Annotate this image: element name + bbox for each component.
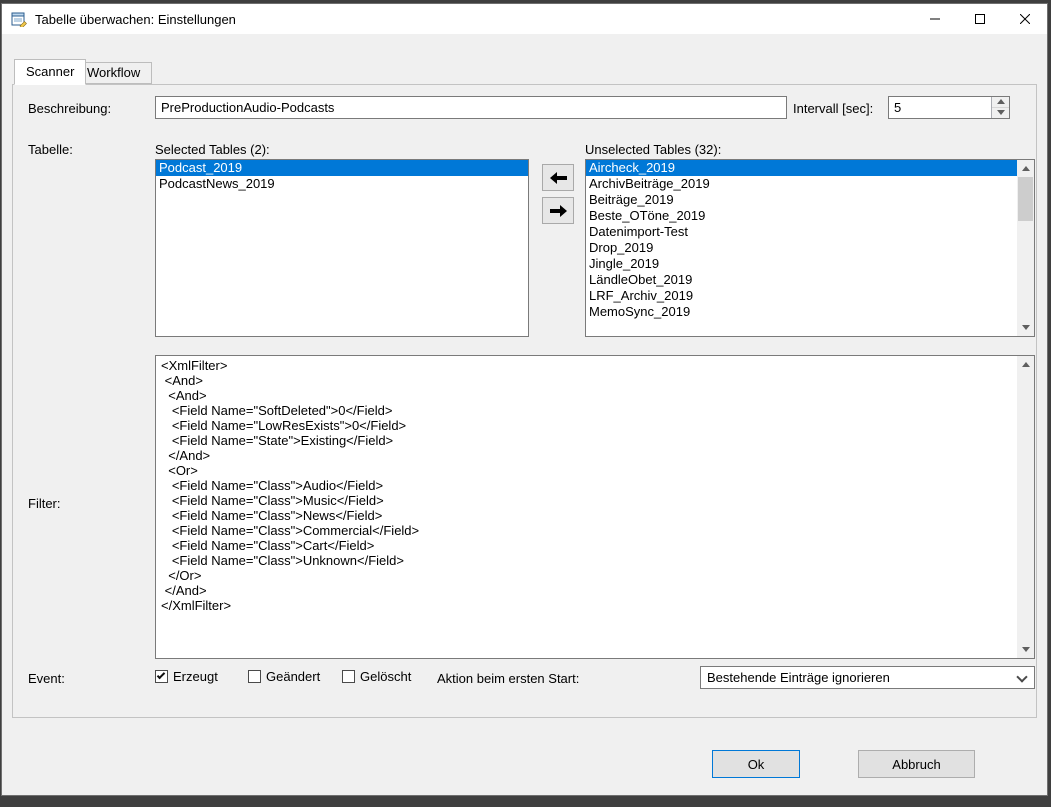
maximize-icon xyxy=(975,14,985,24)
beschreibung-label: Beschreibung: xyxy=(28,101,111,116)
tabelle-label: Tabelle: xyxy=(28,142,73,157)
scroll-up-icon xyxy=(1022,362,1030,367)
scroll-up-button[interactable] xyxy=(1017,160,1034,177)
unselected-tables-list[interactable]: Aircheck_2019 ArchivBeiträge_2019 Beiträ… xyxy=(585,159,1035,337)
minimize-icon xyxy=(930,14,940,24)
scroll-up-button[interactable] xyxy=(1017,356,1034,373)
ok-button-label: Ok xyxy=(748,757,765,772)
settings-dialog: Tabelle überwachen: Einstellungen Scanne… xyxy=(1,3,1048,796)
check-icon xyxy=(157,671,165,679)
minimize-button[interactable] xyxy=(912,4,957,34)
tab-workflow-label: Workflow xyxy=(87,65,140,80)
checkbox-box xyxy=(155,670,168,683)
list-item-aircheck-2019[interactable]: Aircheck_2019 xyxy=(586,160,1017,176)
list-item-laendleobet-2019[interactable]: LändleObet_2019 xyxy=(586,272,1017,288)
aktion-combobox[interactable]: Bestehende Einträge ignorieren xyxy=(700,666,1035,689)
scroll-thumb[interactable] xyxy=(1018,177,1033,221)
move-left-button[interactable] xyxy=(542,164,574,191)
cancel-button-label: Abbruch xyxy=(892,757,940,772)
aktion-label: Aktion beim ersten Start: xyxy=(437,671,579,686)
cancel-button[interactable]: Abbruch xyxy=(858,750,975,778)
checkbox-geloescht[interactable]: Gelöscht xyxy=(342,669,411,684)
beschreibung-input[interactable] xyxy=(155,96,787,119)
event-label: Event: xyxy=(28,671,65,686)
spin-down-button[interactable] xyxy=(992,108,1009,119)
checkbox-box xyxy=(248,670,261,683)
filter-label: Filter: xyxy=(28,496,61,511)
list-item-beitraege-2019[interactable]: Beiträge_2019 xyxy=(586,192,1017,208)
list-item-archivbeitraege-2019[interactable]: ArchivBeiträge_2019 xyxy=(586,176,1017,192)
intervall-spin-buttons xyxy=(991,97,1009,118)
spin-up-button[interactable] xyxy=(992,97,1009,108)
maximize-button[interactable] xyxy=(957,4,1002,34)
scroll-down-icon xyxy=(1022,647,1030,652)
scroll-down-button[interactable] xyxy=(1017,641,1034,658)
filter-xml-text: <XmlFilter> <And> <And> <Field Name="Sof… xyxy=(161,358,1014,656)
window-title: Tabelle überwachen: Einstellungen xyxy=(35,12,236,27)
checkbox-erzeugt-label: Erzeugt xyxy=(173,669,218,684)
scroll-up-icon xyxy=(1022,166,1030,171)
tab-workflow[interactable]: Workflow xyxy=(75,62,152,84)
checkbox-geloescht-label: Gelöscht xyxy=(360,669,411,684)
list-item-memosync-2019[interactable]: MemoSync_2019 xyxy=(586,304,1017,320)
aktion-combobox-value: Bestehende Einträge ignorieren xyxy=(707,667,890,688)
list-item-datenimport-test[interactable]: Datenimport-Test xyxy=(586,224,1017,240)
list-item-podcastnews-2019[interactable]: PodcastNews_2019 xyxy=(156,176,528,192)
checkbox-erzeugt[interactable]: Erzeugt xyxy=(155,669,218,684)
move-right-button[interactable] xyxy=(542,197,574,224)
unselected-tables-label: Unselected Tables (32): xyxy=(585,142,721,157)
list-item-podcast-2019[interactable]: Podcast_2019 xyxy=(156,160,528,176)
checkbox-geaendert[interactable]: Geändert xyxy=(248,669,320,684)
checkbox-box xyxy=(342,670,355,683)
checkbox-geaendert-label: Geändert xyxy=(266,669,320,684)
tab-scanner[interactable]: Scanner xyxy=(14,59,86,85)
scroll-down-icon xyxy=(1022,325,1030,330)
close-button[interactable] xyxy=(1002,4,1047,34)
spin-up-icon xyxy=(997,99,1005,104)
tab-scanner-label: Scanner xyxy=(26,64,74,79)
chevron-down-icon xyxy=(1016,671,1027,682)
list-item-beste-otoene-2019[interactable]: Beste_OTöne_2019 xyxy=(586,208,1017,224)
arrow-right-icon xyxy=(550,205,567,217)
filter-scrollbar[interactable] xyxy=(1017,356,1034,658)
intervall-label: Intervall [sec]: xyxy=(793,101,873,116)
selected-tables-list[interactable]: Podcast_2019 PodcastNews_2019 xyxy=(155,159,529,337)
list-item-lrf-archiv-2019[interactable]: LRF_Archiv_2019 xyxy=(586,288,1017,304)
list-item-drop-2019[interactable]: Drop_2019 xyxy=(586,240,1017,256)
unselected-list-scrollbar[interactable] xyxy=(1017,160,1034,336)
spin-down-icon xyxy=(997,110,1005,115)
filter-textarea[interactable]: <XmlFilter> <And> <And> <Field Name="Sof… xyxy=(155,355,1035,659)
selected-tables-label: Selected Tables (2): xyxy=(155,142,270,157)
arrow-left-icon xyxy=(550,172,567,184)
ok-button[interactable]: Ok xyxy=(712,750,800,778)
intervall-spinner[interactable] xyxy=(888,96,1010,119)
titlebar: Tabelle überwachen: Einstellungen xyxy=(2,4,1047,34)
window-icon xyxy=(11,11,27,27)
list-item-jingle-2019[interactable]: Jingle_2019 xyxy=(586,256,1017,272)
scroll-down-button[interactable] xyxy=(1017,319,1034,336)
close-icon xyxy=(1020,14,1030,24)
